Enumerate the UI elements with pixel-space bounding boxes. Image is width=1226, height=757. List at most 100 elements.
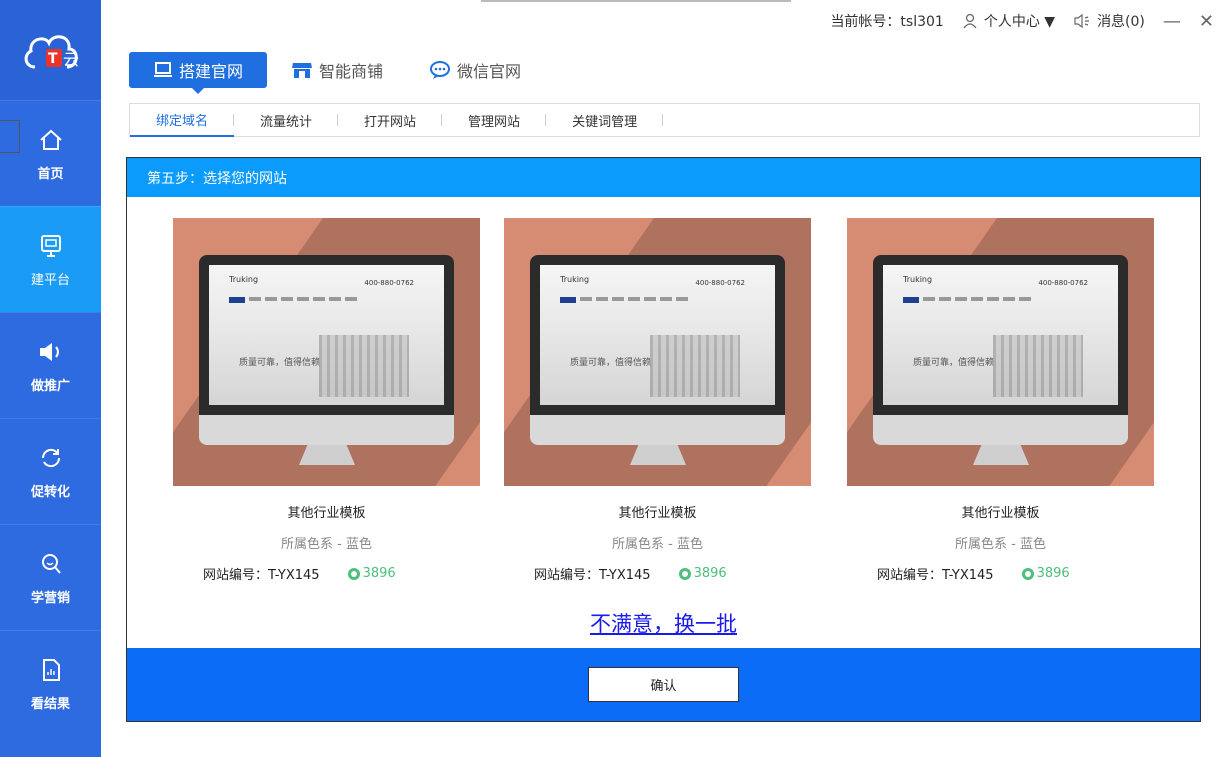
monitor-mockup: Truking 400-880-0762 质量可靠，值得信赖 [873,255,1128,465]
template-color-family: 所属色系 - 蓝色 [612,537,703,552]
search-icon [36,549,66,579]
preview-logo: Truking [229,275,259,284]
sidebar-item-label: 促转化 [30,485,70,500]
sidebar-item-label: 学营销 [30,591,70,606]
preview-nav [560,297,760,303]
template-selection-panel: 第五步：选择您的网站 Truking 400-880-0762 质量可靠，值得信… [126,157,1201,722]
template-meta: 网站编号：T-YX145 3896 [847,564,1154,583]
views-count: 3896 [362,566,396,581]
close-button[interactable]: ✕ [1199,11,1214,32]
eye-icon [678,567,691,580]
refresh-icon [36,443,66,473]
eye-icon [1021,567,1034,580]
monitor-stand [630,445,686,465]
sidebar-item-promotion[interactable]: 做推广 [0,312,101,418]
monitor-chin [199,415,454,445]
template-meta: 网站编号：T-YX145 3896 [504,564,811,583]
tab-smart-store[interactable]: 智能商铺 [291,52,405,88]
template-site-number: 网站编号：T-YX145 [877,568,994,583]
preview-machine-image [993,335,1083,397]
template-thumbnail[interactable]: Truking 400-880-0762 质量可靠，值得信赖 [847,218,1154,486]
views-count: 3896 [693,566,727,581]
monitor-stand [973,445,1029,465]
sidebar-item-learn-marketing[interactable]: 学营销 [0,524,101,630]
preview-logo: Truking [903,275,933,284]
refresh-batch-link[interactable]: 不满意，换一批 [127,608,1200,638]
subtab-keyword-management[interactable]: 关键词管理 [546,103,664,137]
main-tabs: 搭建官网 智能商铺 微信官网 [129,50,543,94]
app-logo[interactable]: T 云 [0,0,101,100]
sidebar-item-conversion[interactable]: 促转化 [0,418,101,524]
personal-center-menu[interactable]: 个人中心 ▼ [962,11,1055,31]
monitor-stand [299,445,355,465]
template-site-number: 网站编号：T-YX145 [203,568,320,583]
sidebar-item-results[interactable]: 看结果 [0,630,101,736]
svg-text:云: 云 [63,50,79,69]
sidebar-item-home[interactable]: 首页 [0,100,101,206]
template-title: 其他行业模板 [961,506,1040,521]
store-icon [292,63,313,78]
sidebar-item-label: 建平台 [30,273,70,288]
preview-phone: 400-880-0762 [695,279,745,287]
tab-build-website[interactable]: 搭建官网 [129,52,268,94]
sidebar: T 云 首页 建平台 做推广 促转化 学营销 看结果 [0,0,101,757]
sidebar-collapse-handle[interactable] [0,120,20,153]
topbar: 当前帐号：tsl301 个人中心 ▼ 消息(0) — ✕ [101,0,1226,42]
template-card[interactable]: Truking 400-880-0762 质量可靠，值得信赖 其他行业模板 所属… [847,218,1154,583]
report-icon [36,655,66,685]
template-color-family: 所属色系 - 蓝色 [955,537,1046,552]
svg-text:T: T [48,51,58,67]
tab-wechat-website[interactable]: 微信官网 [429,52,543,88]
preview-slogan: 质量可靠，值得信赖 [239,358,321,368]
template-meta: 网站编号：T-YX145 3896 [173,564,480,583]
site-preview: Truking 400-880-0762 质量可靠，值得信赖 [883,265,1118,405]
template-card[interactable]: Truking 400-880-0762 质量可靠，值得信赖 其他行业模板 所属… [504,218,811,583]
preview-phone: 400-880-0762 [364,279,414,287]
minimize-button[interactable]: — [1163,11,1181,32]
sidebar-item-build-platform[interactable]: 建平台 [0,206,101,312]
subtab-manage-website[interactable]: 管理网站 [442,103,547,137]
template-color-family: 所属色系 - 蓝色 [281,537,372,552]
confirm-button[interactable]: 确认 [588,667,739,702]
template-site-number: 网站编号：T-YX145 [534,568,651,583]
template-thumbnail[interactable]: Truking 400-880-0762 质量可靠，值得信赖 [504,218,811,486]
home-icon [36,125,66,155]
panel-title: 第五步：选择您的网站 [127,158,1200,197]
sidebar-item-label: 首页 [37,167,64,182]
preview-machine-image [319,335,409,397]
preview-machine-image [650,335,740,397]
panel-footer: 确认 [127,648,1200,721]
template-title: 其他行业模板 [618,506,697,521]
template-views: 3896 [347,566,396,581]
messages-button[interactable]: 消息(0) [1073,11,1145,31]
preview-phone: 400-880-0762 [1038,279,1088,287]
personal-center-label: 个人中心 ▼ [983,14,1056,30]
title-drag-line [481,0,791,2]
preview-nav [903,297,1103,303]
template-title: 其他行业模板 [287,506,366,521]
account-label: 当前帐号：tsl301 [830,14,944,30]
tab-label: 搭建官网 [179,62,244,81]
monitor-icon [36,231,66,261]
subtab-open-website[interactable]: 打开网站 [338,103,443,137]
cloud-logo-icon: T 云 [24,35,79,69]
views-count: 3896 [1036,566,1070,581]
monitor-mockup: Truking 400-880-0762 质量可靠，值得信赖 [199,255,454,465]
eye-icon [347,567,360,580]
sidebar-item-label: 做推广 [30,379,70,394]
preview-nav [229,297,429,303]
template-cards: Truking 400-880-0762 质量可靠，值得信赖 其他行业模板 所属… [127,218,1200,583]
wechat-icon [430,61,451,79]
template-card[interactable]: Truking 400-880-0762 质量可靠，值得信赖 其他行业模板 所属… [173,218,480,583]
messages-label: 消息(0) [1097,14,1145,30]
site-preview: Truking 400-880-0762 质量可靠，值得信赖 [540,265,775,405]
user-icon [963,13,977,29]
preview-slogan: 质量可靠，值得信赖 [570,358,652,368]
template-thumbnail[interactable]: Truking 400-880-0762 质量可靠，值得信赖 [173,218,480,486]
preview-logo: Truking [560,275,590,284]
subtab-bind-domain[interactable]: 绑定域名 [130,103,235,137]
tab-label: 微信官网 [457,62,522,81]
preview-slogan: 质量可靠，值得信赖 [913,358,995,368]
subtab-traffic-stats[interactable]: 流量统计 [234,103,339,137]
monitor-chin [873,415,1128,445]
